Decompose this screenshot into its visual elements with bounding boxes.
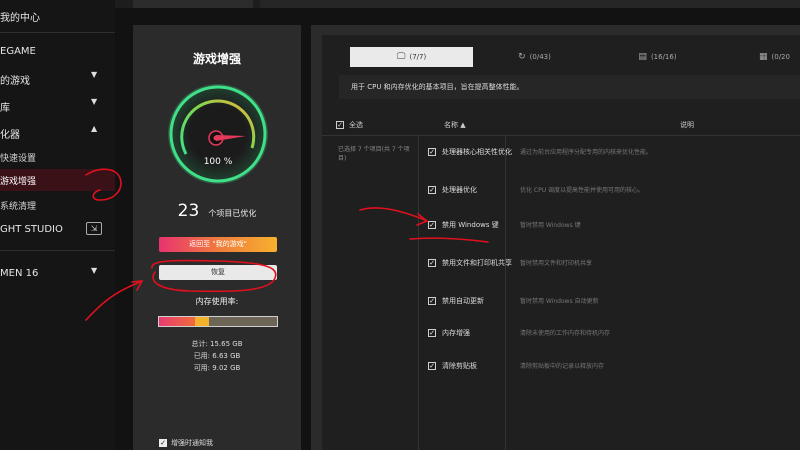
table-row[interactable]: ✓ 清除剪贴板 清除剪贴板中的记录以释放内存 [422, 360, 800, 394]
row-description: 优化 CPU 调度以提高性能并使用可用的核心。 [520, 187, 645, 194]
tab-label: (0/43) [529, 53, 551, 61]
top-tab-area [260, 0, 800, 8]
row-description: 清除剪贴板中的记录以释放内存 [520, 363, 605, 370]
memory-usage-fill-accent [194, 317, 209, 326]
boost-panel: 游戏增强 100 % 23 个项目已优化 返回至 "我的游戏" 恢复 内存使用率… [133, 25, 301, 450]
memory-stats: 总计: 15.65 GB 已用: 6.63 GB 可用: 9.02 GB [133, 338, 301, 374]
column-divider [418, 136, 419, 450]
notify-checkbox[interactable]: ✓ [159, 439, 167, 447]
sidebar-item-label: 快速设置 [0, 154, 37, 164]
top-tab[interactable] [133, 0, 253, 8]
tab-apps[interactable]: ▤ (16/16) [596, 47, 719, 67]
notify-option[interactable]: ✓ 增强时通知我 [159, 438, 213, 448]
chevron-up-icon: ▲ [91, 124, 98, 133]
chevron-down-icon: ▼ [91, 97, 98, 106]
table-row[interactable]: ✓ 禁用自动更新 暂时禁用 Windows 自动更新 [422, 295, 800, 329]
sidebar-item-label: 游戏增强 [0, 177, 37, 187]
row-description: 暂时禁用 Windows 键 [520, 222, 581, 229]
sidebar-item-game-boost[interactable]: 游戏增强 [0, 169, 115, 191]
chevron-down-icon: ▼ [91, 266, 98, 275]
row-checkbox[interactable]: ✓ [428, 186, 436, 194]
sidebar-item-label: 系统清理 [0, 202, 37, 212]
column-header-description: 说明 [680, 121, 694, 129]
row-name: 禁用 Windows 键 [442, 221, 499, 229]
sidebar-item-label: GHT STUDIO [0, 224, 63, 235]
export-icon[interactable]: ⇲ [86, 222, 102, 235]
boost-items-panel: 🖵 (7/7) ↻ (0/43) ▤ (16/16) ▦ (0/20 用于 CPU 和内… [311, 25, 800, 450]
row-checkbox[interactable]: ✓ [428, 221, 436, 229]
optimized-text: 个项目已优化 [208, 209, 257, 218]
row-description: 暂时禁用文件和打印机共享 [520, 260, 593, 267]
table-row[interactable]: ✓ 处理器优化 优化 CPU 调度以提高性能并使用可用的核心。 [422, 184, 800, 218]
sidebar-item-label: MEN 16 [0, 268, 39, 279]
row-name: 处理器优化 [442, 186, 477, 194]
row-checkbox[interactable]: ✓ [428, 329, 436, 337]
gauge-percent: 100 % [203, 157, 233, 167]
sidebar-item-label: 化器 [0, 130, 20, 141]
selected-count-info: 已选择 7 个项目(共 7 个项目) [338, 146, 410, 162]
row-checkbox[interactable]: ✓ [428, 259, 436, 267]
table-row[interactable]: ✓ 处理器核心相关性优化 通过为前台应用程序分配专用的内核来优化性能。 [422, 146, 800, 180]
select-all-label: 全选 [349, 121, 363, 129]
row-name: 清除剪贴板 [442, 362, 477, 370]
tab-label: (7/7) [409, 53, 427, 61]
column-header-name-label: 名称 [444, 121, 458, 129]
table-row[interactable]: ✓ 内存增强 清除未使用的工作内存和待机内存 [422, 327, 800, 361]
boost-gauge: 100 % [166, 82, 270, 186]
memory-available: 可用: 9.02 GB [193, 364, 241, 372]
tab-label: (16/16) [650, 53, 677, 61]
gauge-dial [168, 84, 268, 184]
restore-button[interactable]: 恢复 [159, 265, 277, 280]
tab-label: (0/20 [771, 53, 790, 61]
column-header-name[interactable]: 名称 ▲ [444, 120, 466, 130]
row-name: 禁用自动更新 [442, 297, 484, 305]
memory-used: 已用: 6.63 GB [193, 352, 241, 360]
sidebar-item-label: 我的中心 [0, 13, 40, 24]
row-name: 禁用文件和打印机共享 [442, 259, 512, 267]
notify-label: 增强时通知我 [171, 439, 213, 447]
sidebar-item-label: 的游戏 [0, 76, 30, 87]
row-name: 处理器核心相关性优化 [442, 148, 512, 156]
memory-usage-fill [159, 317, 195, 326]
tab-description: 用于 CPU 和内存优化的基本项目，旨在提高整体性能。 [339, 75, 800, 99]
return-to-my-games-button[interactable]: 返回至 "我的游戏" [159, 237, 277, 252]
row-description: 清除未使用的工作内存和待机内存 [520, 330, 611, 337]
sort-up-icon: ▲ [460, 121, 466, 129]
monitor-icon: 🖵 [396, 52, 406, 62]
table-header: ✓ 全选 名称 ▲ 说明 [322, 112, 800, 136]
tab-other[interactable]: ▦ (0/20 [719, 47, 800, 67]
select-all-checkbox[interactable]: ✓ [336, 121, 344, 129]
boost-title: 游戏增强 [192, 52, 241, 66]
refresh-icon: ↻ [518, 52, 526, 62]
sidebar-divider [0, 250, 115, 251]
sidebar: 我的中心 EGAME 的游戏 ▼ 库 ▼ 化器 ▲ 快速设置 游戏增强 系统清理… [0, 0, 115, 450]
row-description: 通过为前台应用程序分配专用的内核来优化性能。 [520, 149, 653, 156]
top-strip [0, 0, 800, 8]
memory-total: 总计: 15.65 GB [191, 340, 243, 348]
boost-items-content: 🖵 (7/7) ↻ (0/43) ▤ (16/16) ▦ (0/20 用于 CPU 和内… [322, 35, 800, 450]
optimized-count: 23 [177, 201, 200, 221]
chevron-down-icon: ▼ [91, 70, 98, 79]
tab-basic[interactable]: 🖵 (7/7) [350, 47, 473, 67]
sidebar-divider [0, 32, 115, 33]
row-name: 内存增强 [442, 329, 470, 337]
category-tabs: 🖵 (7/7) ↻ (0/43) ▤ (16/16) ▦ (0/20 [350, 47, 800, 67]
row-checkbox[interactable]: ✓ [428, 362, 436, 370]
table-row[interactable]: ✓ 禁用文件和打印机共享 暂时禁用文件和打印机共享 [422, 257, 800, 291]
sidebar-item-label: 库 [0, 103, 10, 114]
sidebar-item-label: EGAME [0, 46, 36, 57]
memory-usage-bar [158, 316, 278, 327]
row-checkbox[interactable]: ✓ [428, 148, 436, 156]
memory-usage-label: 内存使用率: [195, 297, 239, 306]
row-description: 暂时禁用 Windows 自动更新 [520, 298, 599, 305]
row-checkbox[interactable]: ✓ [428, 297, 436, 305]
table-row[interactable]: ✓ 禁用 Windows 键 暂时禁用 Windows 键 [422, 219, 800, 253]
select-all[interactable]: ✓ 全选 [336, 120, 363, 130]
tab-services[interactable]: ↻ (0/43) [473, 47, 596, 67]
document-icon: ▤ [638, 52, 647, 62]
optimized-summary: 23 个项目已优化 [133, 201, 301, 221]
grid-icon: ▦ [759, 52, 768, 62]
